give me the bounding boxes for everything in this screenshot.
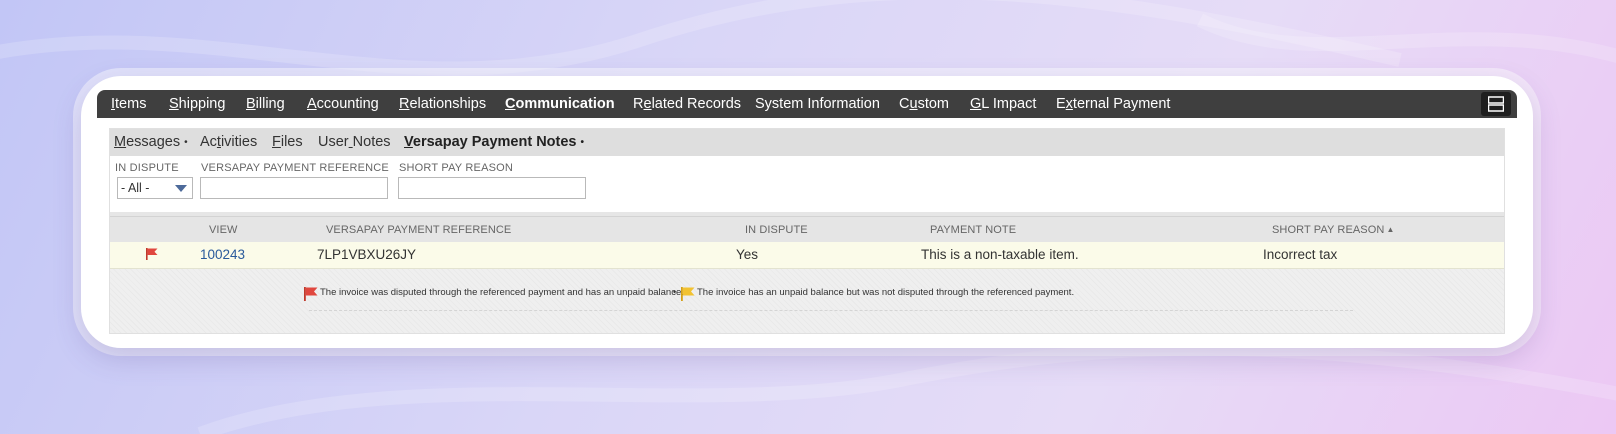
rows-icon xyxy=(1488,96,1504,112)
column-header-in-dispute[interactable]: IN DISPUTE xyxy=(745,224,808,236)
in-dispute-cell: Yes xyxy=(736,247,759,262)
column-header-payment-reference[interactable]: VERSAPAY PAYMENT REFERENCE xyxy=(326,224,511,236)
subtab-user-notes[interactable]: User Notes xyxy=(318,128,391,156)
short-pay-reason-label: SHORT PAY REASON xyxy=(399,162,514,174)
tab-gl-impact[interactable]: GL Impact xyxy=(970,90,1036,118)
main-tab-bar: Items Shipping Billing Accounting Relati… xyxy=(97,90,1517,118)
legend: The invoice was disputed through the ref… xyxy=(304,282,1353,311)
in-dispute-value: - All - xyxy=(121,181,150,195)
tab-communication[interactable]: Communication xyxy=(505,90,615,118)
payment-note-cell: This is a non-taxable item. xyxy=(921,247,1079,262)
column-header-payment-note[interactable]: PAYMENT NOTE xyxy=(930,224,1016,236)
subtab-versapay-payment-notes[interactable]: Versapay Payment Notes • xyxy=(404,128,584,156)
tab-related-records[interactable]: Related Records xyxy=(633,90,741,118)
legend-not-disputed-text: The invoice has an unpaid balance but wa… xyxy=(697,287,1075,298)
table-row[interactable]: 100243 7LP1VBXU26JY Yes This is a non-ta… xyxy=(109,242,1505,269)
tab-external-payment[interactable]: External Payment xyxy=(1056,90,1170,118)
legend-footer: The invoice was disputed through the ref… xyxy=(109,269,1505,333)
view-link[interactable]: 100243 xyxy=(200,247,245,262)
filter-panel: IN DISPUTE - All - VERSAPAY PAYMENT REFE… xyxy=(109,156,1505,212)
in-dispute-label: IN DISPUTE xyxy=(115,162,179,174)
column-header-view[interactable]: VIEW xyxy=(209,224,238,236)
red-flag-icon xyxy=(146,248,158,260)
column-header-short-pay-reason[interactable]: SHORT PAY REASON ▲ xyxy=(1272,224,1394,236)
collapse-tabs-button[interactable] xyxy=(1481,92,1511,116)
chevron-down-icon xyxy=(175,185,187,192)
sub-tab-bar: Messages • Activities Files User Notes Ve… xyxy=(109,128,1505,156)
tab-billing[interactable]: Billing xyxy=(246,90,285,118)
tab-shipping[interactable]: Shipping xyxy=(169,90,225,118)
payment-reference-input[interactable] xyxy=(200,177,388,199)
tab-system-information[interactable]: System Information xyxy=(755,90,880,118)
tab-custom[interactable]: Custom xyxy=(899,90,949,118)
record-subtab-frame: Items Shipping Billing Accounting Relati… xyxy=(97,90,1517,334)
sort-ascending-icon: ▲ xyxy=(1386,225,1395,234)
subtab-files[interactable]: Files xyxy=(272,128,303,156)
in-dispute-select[interactable]: - All - xyxy=(117,177,193,199)
legend-disputed-text: The invoice was disputed through the ref… xyxy=(320,287,684,298)
tab-accounting[interactable]: Accounting xyxy=(307,90,379,118)
payment-reference-label: VERSAPAY PAYMENT REFERENCE xyxy=(201,162,389,174)
yellow-flag-icon xyxy=(681,287,695,301)
short-pay-reason-input[interactable] xyxy=(398,177,586,199)
short-pay-reason-cell: Incorrect tax xyxy=(1263,247,1338,262)
legend-separator: • xyxy=(673,287,677,297)
payment-reference-cell: 7LP1VBXU26JY xyxy=(317,247,417,262)
subtab-messages[interactable]: Messages • xyxy=(114,128,188,156)
subtab-activities[interactable]: Activities xyxy=(200,128,257,156)
red-flag-icon xyxy=(304,287,318,301)
table-header: VIEW VERSAPAY PAYMENT REFERENCE IN DISPU… xyxy=(109,216,1505,243)
tab-relationships[interactable]: Relationships xyxy=(399,90,486,118)
tab-items[interactable]: Items xyxy=(111,90,146,118)
